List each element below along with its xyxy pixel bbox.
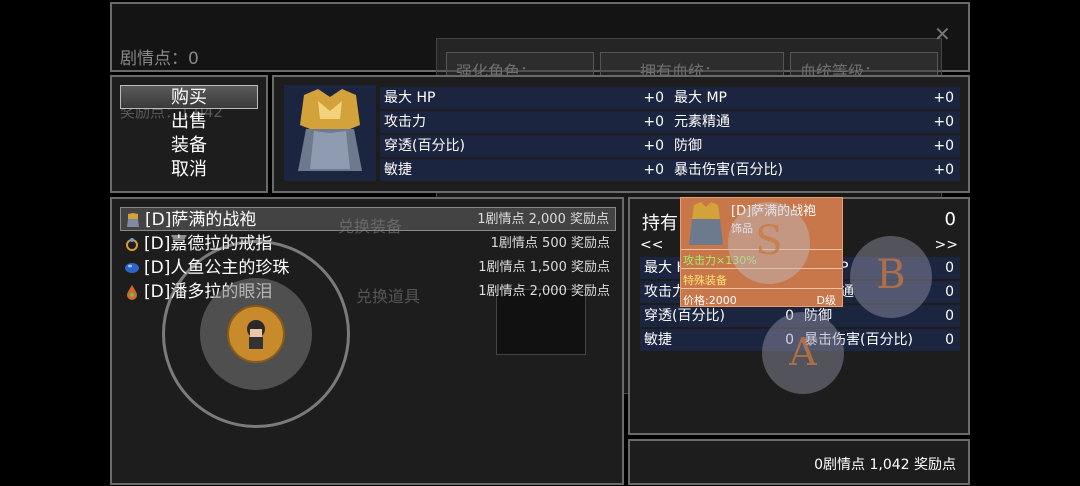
close-icon[interactable]: ✕ — [934, 22, 951, 46]
a-button-label: A — [789, 330, 817, 374]
menu-sell[interactable]: 出售 — [120, 110, 258, 134]
robe-icon — [127, 213, 139, 227]
tear-icon — [127, 285, 137, 300]
next-arrow[interactable]: >> — [935, 237, 958, 253]
item-price: 1剧情点 500 奖励点 — [490, 236, 610, 251]
ring-icon — [126, 238, 138, 251]
menu-cancel[interactable]: 取消 — [120, 158, 258, 182]
stat-value: +0 — [643, 90, 664, 106]
menu-equip[interactable]: 装备 — [120, 134, 258, 158]
stat-value: +0 — [643, 114, 664, 130]
stat-row: 防御 +0 — [670, 135, 960, 157]
item-price: 1剧情点 1,500 奖励点 — [478, 260, 610, 275]
s-button[interactable]: S — [728, 202, 810, 284]
item-price: 1剧情点 2,000 奖励点 — [478, 284, 610, 299]
stat-label: 穿透(百分比) — [644, 308, 725, 324]
s-button-label: S — [755, 218, 783, 264]
item-name: [D]萨满的战袍 — [145, 210, 257, 230]
stat-label: 元素精通 — [674, 114, 730, 130]
stat-value: +0 — [643, 138, 664, 154]
stat-value: 0 — [945, 308, 954, 324]
b-button-label: B — [876, 252, 906, 298]
stat-value: 0 — [945, 260, 954, 276]
prev-arrow[interactable]: << — [640, 237, 663, 253]
item-portrait — [284, 85, 376, 181]
stat-label: 穿透(百分比) — [384, 138, 465, 154]
stat-value: 0 — [945, 332, 954, 348]
stat-label: 最大 HP — [384, 90, 436, 106]
action-menu-panel: 奖励点：1,042 购买 出售 装备 取消 — [110, 75, 268, 193]
a-button[interactable]: A — [762, 312, 844, 394]
holding-count: 0 — [944, 209, 956, 230]
robe-icon — [689, 202, 723, 245]
tooltip-divider — [681, 288, 842, 289]
stat-row: 敏捷 +0 — [380, 159, 670, 181]
stat-row: 最大 MP +0 — [670, 87, 960, 109]
joystick-knob[interactable] — [227, 305, 285, 363]
tooltip-grade: D级 — [816, 294, 836, 307]
robe-icon — [298, 89, 362, 171]
item-price: 1剧情点 2,000 奖励点 — [477, 212, 609, 227]
stat-value: +0 — [933, 162, 954, 178]
stat-row: 元素精通 +0 — [670, 111, 960, 133]
menu-buy[interactable]: 购买 — [120, 85, 258, 109]
pearl-icon — [125, 263, 139, 273]
stat-value: 0 — [945, 284, 954, 300]
stat-row: 暴击伤害(百分比) +0 — [670, 159, 960, 181]
balance-panel: 0剧情点 1,042 奖励点 — [628, 439, 970, 485]
stat-row: 穿透(百分比) +0 — [380, 135, 670, 157]
stat-label: 攻击力 — [384, 114, 426, 130]
stat-row: 最大 HP +0 — [380, 87, 670, 109]
stat-value: +0 — [933, 90, 954, 106]
holding-label: 持有 — [642, 213, 678, 234]
stat-label: 最大 MP — [674, 90, 727, 106]
list-item[interactable]: [D]嘉德拉的戒指 1剧情点 500 奖励点 — [120, 232, 616, 256]
stat-row: 攻击力 +0 — [380, 111, 670, 133]
b-button[interactable]: B — [850, 236, 932, 318]
stat-label: 敏捷 — [384, 162, 412, 178]
stat-value: +0 — [933, 138, 954, 154]
stat-label: 防御 — [674, 138, 702, 154]
item-stats-panel: 最大 HP +0 攻击力 +0 穿透(百分比) +0 敏捷 +0 最大 MP +0 元素精… — [272, 75, 970, 193]
list-item[interactable]: [D]萨满的战袍 1剧情点 2,000 奖励点 — [120, 207, 616, 231]
player-avatar-icon — [247, 320, 265, 349]
stat-value: +0 — [643, 162, 664, 178]
story-points-label: 剧情点：0 — [120, 49, 199, 69]
balance-text: 0剧情点 1,042 奖励点 — [814, 457, 956, 473]
stat-label: 敏捷 — [644, 332, 672, 348]
stat-label: 暴击伤害(百分比) — [674, 162, 783, 178]
stat-value: +0 — [933, 114, 954, 130]
